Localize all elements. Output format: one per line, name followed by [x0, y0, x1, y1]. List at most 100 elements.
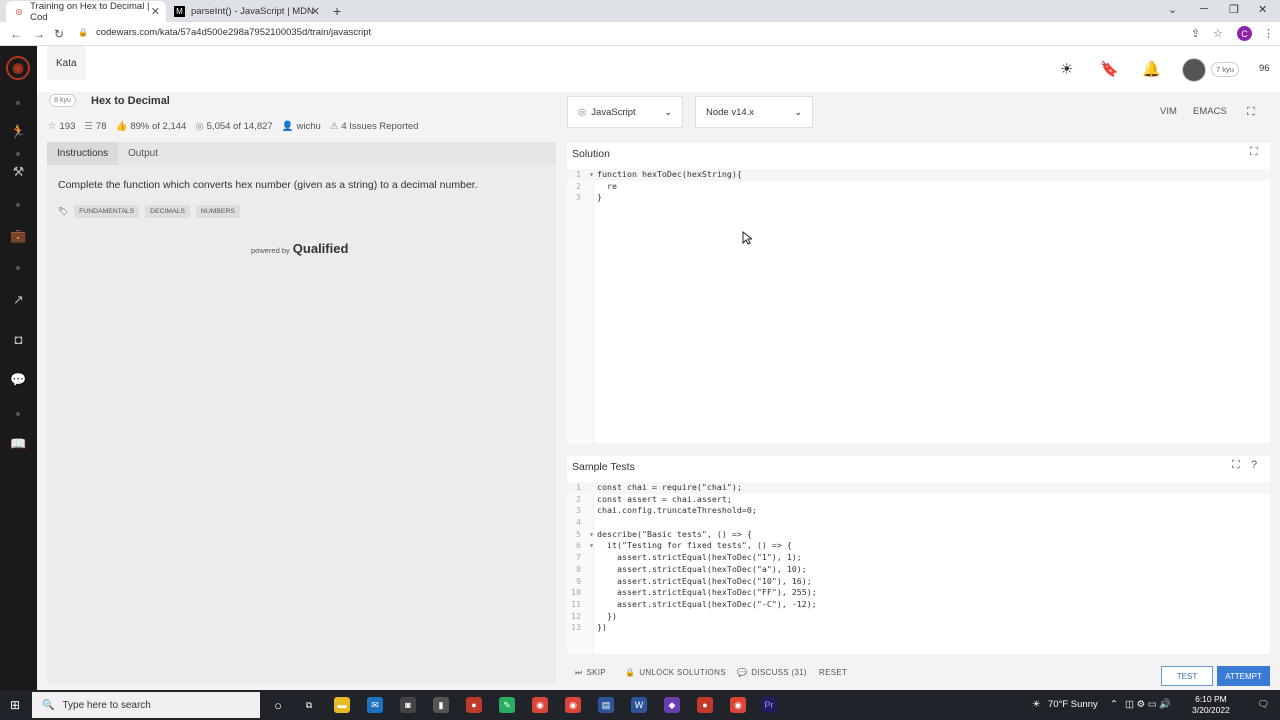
fullscreen-icon[interactable]: ⛶ [1247, 106, 1255, 119]
leaderboard-trend-icon[interactable]: ↗ [0, 292, 37, 308]
taskbar-clock[interactable]: 6:10 PM 3/20/2022 [1192, 694, 1230, 716]
tag-fundamentals[interactable]: FUNDAMENTALS [74, 205, 140, 218]
code-line[interactable]: 2 re [567, 181, 1270, 193]
code-line[interactable]: 11 assert.strictEqual(hexToDec("-C"), -1… [567, 599, 1270, 611]
tab-search-chevron-icon[interactable]: ⌄ [1168, 3, 1177, 16]
code-line[interactable]: 4 [567, 517, 1270, 529]
code-line[interactable]: 13}) [567, 622, 1270, 634]
tab-output[interactable]: Output [118, 142, 168, 165]
word-icon[interactable]: W [631, 697, 647, 713]
collections-stat[interactable]: ☰ 78 [84, 121, 106, 132]
attempt-button[interactable]: ATTEMPT [1217, 666, 1270, 686]
visual-studio-icon[interactable]: ◆ [664, 697, 680, 713]
file-explorer-icon[interactable]: ▬ [334, 697, 350, 713]
runtime-select[interactable]: Node v14.x ⌄ [695, 96, 813, 128]
docs-book-icon[interactable]: 📖 [0, 436, 37, 452]
stars-stat[interactable]: ☆ 193 [48, 121, 75, 132]
fold-icon[interactable]: ▾ [589, 169, 597, 181]
code-line[interactable]: 3} [567, 192, 1270, 204]
sample-tests-editor[interactable]: 1 const chai = require("chai"); 2 const ass… [567, 482, 1270, 634]
bookmark-icon[interactable]: 🔖 [1100, 60, 1119, 78]
chat-icon[interactable]: 💬 [0, 372, 37, 388]
minimize-icon[interactable]: ─ [1200, 3, 1208, 15]
lock-icon: 🔒 [78, 28, 88, 37]
reset-button[interactable]: RESET [819, 668, 847, 677]
share-icon[interactable]: ⇪ [1191, 27, 1200, 40]
usb-icon[interactable]: ▮ [433, 697, 449, 713]
code-line[interactable]: 6 ▾ it("Testing for fixed tests", () => { [567, 540, 1270, 552]
maximize-icon[interactable]: ❐ [1229, 3, 1239, 16]
reload-icon[interactable]: ↻ [54, 27, 64, 41]
kata-breadcrumb-tab[interactable]: Kata [47, 46, 86, 80]
camera-icon[interactable]: ◙ [400, 697, 416, 713]
code-line[interactable]: 3 chai.config.truncateThreshold=0; [567, 505, 1270, 517]
code-line[interactable]: 8 assert.strictEqual(hexToDec("a"), 10); [567, 564, 1270, 576]
mail-icon[interactable]: ✉ [367, 697, 383, 713]
language-select[interactable]: ◎ JavaScript ⌄ [567, 96, 683, 128]
notification-center-icon[interactable]: 🗨 [1257, 699, 1269, 710]
tag-decimals[interactable]: DECIMALS [145, 205, 190, 218]
user-avatar[interactable] [1182, 58, 1206, 82]
code-line[interactable]: 2 const assert = chai.assert; [567, 494, 1270, 506]
codewars-logo[interactable]: ◉ [6, 56, 30, 80]
vim-mode-toggle[interactable]: VIM [1160, 106, 1177, 117]
test-button[interactable]: TEST [1161, 666, 1213, 686]
close-tab-icon[interactable]: ✕ [151, 5, 160, 18]
code-line[interactable]: 12 }) [567, 611, 1270, 623]
back-arrow-icon[interactable]: ← [10, 27, 22, 41]
weather-text[interactable]: 70°F Sunny [1048, 699, 1098, 710]
unlock-solutions-button[interactable]: 🔒 UNLOCK SOLUTIONS [625, 668, 726, 677]
fold-icon[interactable]: ▾ [589, 529, 597, 541]
emacs-mode-toggle[interactable]: EMACS [1193, 106, 1227, 117]
forward-arrow-icon[interactable]: → [33, 27, 45, 41]
practice-icon[interactable]: ⚒ [0, 164, 37, 180]
code-line[interactable]: 10 assert.strictEqual(hexToDec("FF"), 25… [567, 587, 1270, 599]
fold-icon[interactable]: ▾ [589, 540, 597, 552]
powered-by-qualified[interactable]: powered by Qualified [251, 241, 348, 256]
chrome-active-icon[interactable]: ◉ [730, 697, 746, 713]
author-link[interactable]: 👤 wichu [282, 121, 321, 132]
line-number: 11 [571, 598, 581, 609]
jobs-briefcase-icon[interactable]: 💼 [0, 228, 37, 244]
profile-avatar[interactable]: C [1237, 26, 1252, 41]
tag-numbers[interactable]: NUMBERS [195, 205, 240, 218]
app-icon-blue[interactable]: ▤ [598, 697, 614, 713]
app-icon-green[interactable]: ✎ [499, 697, 515, 713]
chrome-profile-icon[interactable]: ◉ [565, 697, 581, 713]
chrome-icon[interactable]: ◉ [532, 697, 548, 713]
browser-tab-mdn[interactable]: M parseInt() - JavaScript | MDN ✕ [166, 1, 326, 22]
training-icon[interactable]: 🏃 [0, 124, 37, 140]
expand-icon[interactable]: ⛶ [1250, 146, 1258, 159]
tray-chevron-icon[interactable]: ⌃ [1110, 699, 1118, 710]
help-icon[interactable]: ? [1251, 459, 1257, 471]
premiere-icon[interactable]: Pr [761, 697, 777, 713]
code-line[interactable]: 1 const chai = require("chai"); [567, 482, 1270, 494]
theme-sun-icon[interactable]: ☀ [1060, 60, 1073, 78]
solution-editor[interactable]: 1 ▾ function hexToDec(hexString){2 re 3} [567, 169, 1270, 204]
browser-tab-codewars[interactable]: ◎ Training on Hex to Decimal | Cod ✕ [6, 1, 166, 23]
close-window-icon[interactable]: ✕ [1258, 3, 1267, 16]
code-line[interactable]: 7 assert.strictEqual(hexToDec("1"), 1); [567, 552, 1270, 564]
discuss-button[interactable]: 💬 DISCUSS (31) [737, 668, 807, 677]
issues-link[interactable]: ⚠ 4 Issues Reported [330, 121, 419, 132]
code-line[interactable]: 5 ▾ describe("Basic tests", () => { [567, 529, 1270, 541]
windows-start-icon[interactable]: ⊞ [10, 698, 20, 712]
notifications-bell-icon[interactable]: 🔔 [1142, 60, 1161, 78]
discord-icon[interactable]: ◘ [0, 332, 37, 347]
new-tab-plus-icon[interactable]: + [333, 3, 341, 19]
menu-dots-icon[interactable]: ⋮ [1263, 27, 1274, 40]
expand-icon[interactable]: ⛶ [1232, 459, 1240, 472]
tab-instructions[interactable]: Instructions [47, 142, 119, 165]
code-line[interactable]: 9 assert.strictEqual(hexToDec("10"), 16)… [567, 576, 1270, 588]
skip-button[interactable]: ⏭ SKIP [575, 668, 606, 678]
cortana-icon[interactable]: ○ [270, 697, 286, 713]
app-icon-pin[interactable]: ● [697, 697, 713, 713]
code-line[interactable]: 1 ▾ function hexToDec(hexString){ [567, 169, 1270, 181]
app-icon-red[interactable]: ● [466, 697, 482, 713]
taskbar-search-input[interactable]: 🔍 Type here to search [32, 692, 260, 718]
bookmark-star-icon[interactable]: ☆ [1213, 27, 1223, 40]
task-view-icon[interactable]: ⧉ [301, 697, 317, 713]
url-field[interactable]: 🔒 codewars.com/kata/57a4d500e298a79521000… [78, 27, 371, 38]
tray-icons[interactable]: ◫ ⚙ ▭ 🔊 [1125, 699, 1171, 710]
close-tab-icon[interactable]: ✕ [311, 5, 320, 18]
